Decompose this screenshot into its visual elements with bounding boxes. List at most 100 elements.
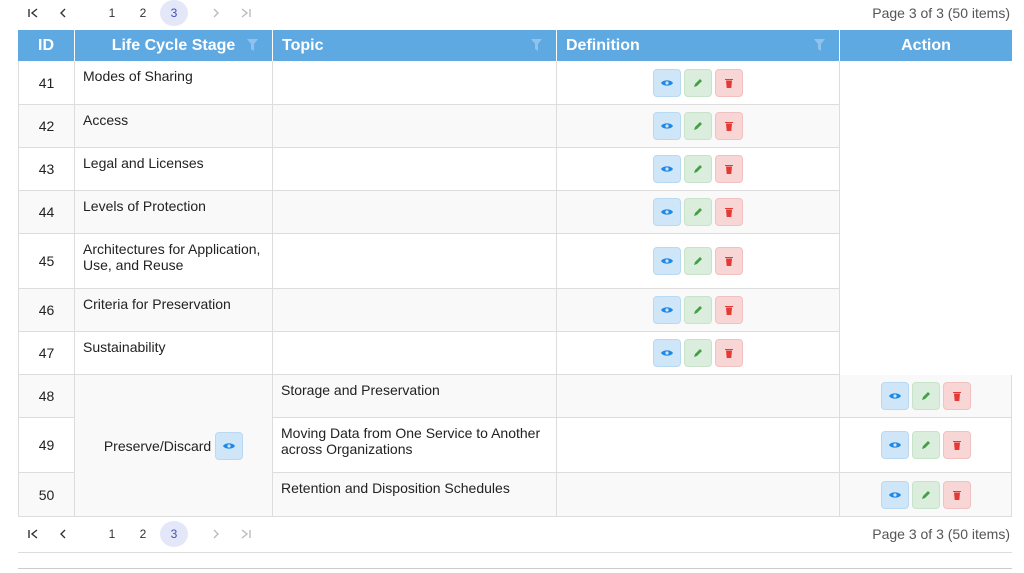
first-page-icon[interactable] <box>18 521 48 547</box>
page-2-button[interactable]: 2 <box>129 521 157 547</box>
pencil-icon <box>921 441 930 449</box>
header-definition[interactable]: Definition <box>557 30 840 61</box>
next-page-icon[interactable] <box>201 521 231 547</box>
delete-button[interactable] <box>715 247 743 275</box>
edit-button[interactable] <box>911 382 940 410</box>
edit-button[interactable] <box>684 339 712 367</box>
header-id[interactable]: ID <box>18 30 75 61</box>
view-button[interactable] <box>653 68 681 97</box>
trash-icon <box>725 306 733 315</box>
delete-button[interactable] <box>715 155 743 183</box>
prev-page-icon[interactable] <box>48 0 78 26</box>
cell-topic <box>273 148 557 191</box>
view-button[interactable] <box>880 431 909 459</box>
eye-icon <box>888 442 901 448</box>
cell-id: 47 <box>18 332 75 375</box>
page-3-button[interactable]: 3 <box>160 0 188 26</box>
last-page-icon[interactable] <box>231 521 261 547</box>
edit-button[interactable] <box>684 247 712 275</box>
cell-definition <box>557 418 840 473</box>
trash-icon <box>725 78 733 88</box>
cell-action-empty <box>840 289 1012 332</box>
page-1-button[interactable]: 1 <box>98 0 126 26</box>
delete-button[interactable] <box>715 198 743 226</box>
eye-icon <box>661 258 673 264</box>
header-life-cycle-stage[interactable]: Life Cycle Stage <box>75 30 273 61</box>
view-button[interactable] <box>653 198 681 226</box>
edit-button[interactable] <box>684 198 712 226</box>
grid-bottom-border <box>18 552 1012 553</box>
cell-row-actions <box>557 61 840 105</box>
cell-id: 45 <box>18 234 75 289</box>
filter-icon[interactable] <box>814 39 825 51</box>
delete-button[interactable] <box>942 480 971 509</box>
view-button[interactable] <box>880 382 909 410</box>
view-button[interactable] <box>653 296 681 324</box>
cell-life-cycle-stage: Modes of Sharing <box>75 61 273 105</box>
delete-button[interactable] <box>715 339 743 367</box>
group-view-button[interactable] <box>215 431 244 460</box>
cell-action-empty <box>840 61 1012 105</box>
filter-icon[interactable] <box>531 39 542 51</box>
delete-button[interactable] <box>715 296 743 324</box>
view-button[interactable] <box>653 339 681 367</box>
view-button[interactable] <box>653 247 681 275</box>
cell-id: 43 <box>18 148 75 191</box>
eye-icon <box>661 350 673 356</box>
cell-row-actions <box>557 105 840 148</box>
cell-row-actions <box>557 148 840 191</box>
pencil-icon <box>694 122 702 130</box>
page-3-button[interactable]: 3 <box>160 521 188 547</box>
prev-page-icon[interactable] <box>48 521 78 547</box>
delete-button[interactable] <box>942 382 971 410</box>
cell-id: 46 <box>18 289 75 332</box>
cell-action <box>840 418 1012 473</box>
edit-button[interactable] <box>684 112 712 140</box>
cell-id: 48 <box>18 375 75 418</box>
delete-button[interactable] <box>715 112 743 140</box>
edit-button[interactable] <box>684 296 712 324</box>
table-row: 47 Sustainability <box>18 332 1012 375</box>
cell-life-cycle-stage: Legal and Licenses <box>75 148 273 191</box>
eye-icon <box>661 209 673 215</box>
cell-id: 44 <box>18 191 75 234</box>
header-topic[interactable]: Topic <box>273 30 557 61</box>
view-button[interactable] <box>880 480 909 509</box>
header-action: Action <box>901 36 951 54</box>
edit-button[interactable] <box>684 68 712 97</box>
cell-definition <box>557 473 840 517</box>
table-row: 45 Architectures for Application, Use, a… <box>18 234 1012 289</box>
eye-icon <box>223 442 236 449</box>
header-life-cycle-stage-label: Life Cycle Stage <box>111 36 236 54</box>
next-page-icon[interactable] <box>201 0 231 26</box>
delete-button[interactable] <box>942 431 971 459</box>
cell-life-cycle-stage: Criteria for Preservation <box>75 289 273 332</box>
eye-icon <box>888 491 901 498</box>
cell-action <box>840 473 1012 517</box>
edit-button[interactable] <box>911 431 940 459</box>
trash-icon <box>725 165 733 174</box>
trash-icon <box>725 122 733 131</box>
cell-action-empty <box>840 191 1012 234</box>
pencil-icon <box>694 257 702 265</box>
page-2-button[interactable]: 2 <box>129 0 157 26</box>
view-button[interactable] <box>653 155 681 183</box>
edit-button[interactable] <box>911 480 940 509</box>
page-1-button[interactable]: 1 <box>98 521 126 547</box>
pager-top: 1 2 3 Page 3 of 3 (50 items) <box>18 0 1012 26</box>
filter-icon[interactable] <box>247 39 258 51</box>
eye-icon <box>661 79 673 86</box>
last-page-icon[interactable] <box>231 0 261 26</box>
first-page-icon[interactable] <box>18 0 48 26</box>
cell-action-empty <box>840 148 1012 191</box>
view-button[interactable] <box>653 112 681 140</box>
delete-button[interactable] <box>715 68 743 97</box>
eye-icon <box>661 166 673 172</box>
cell-topic: Moving Data from One Service to Another … <box>273 418 557 473</box>
trash-icon <box>952 441 961 450</box>
cell-action-empty <box>840 234 1012 289</box>
edit-button[interactable] <box>684 155 712 183</box>
cell-row-actions <box>557 332 840 375</box>
trash-icon <box>952 490 961 500</box>
cell-topic <box>273 191 557 234</box>
